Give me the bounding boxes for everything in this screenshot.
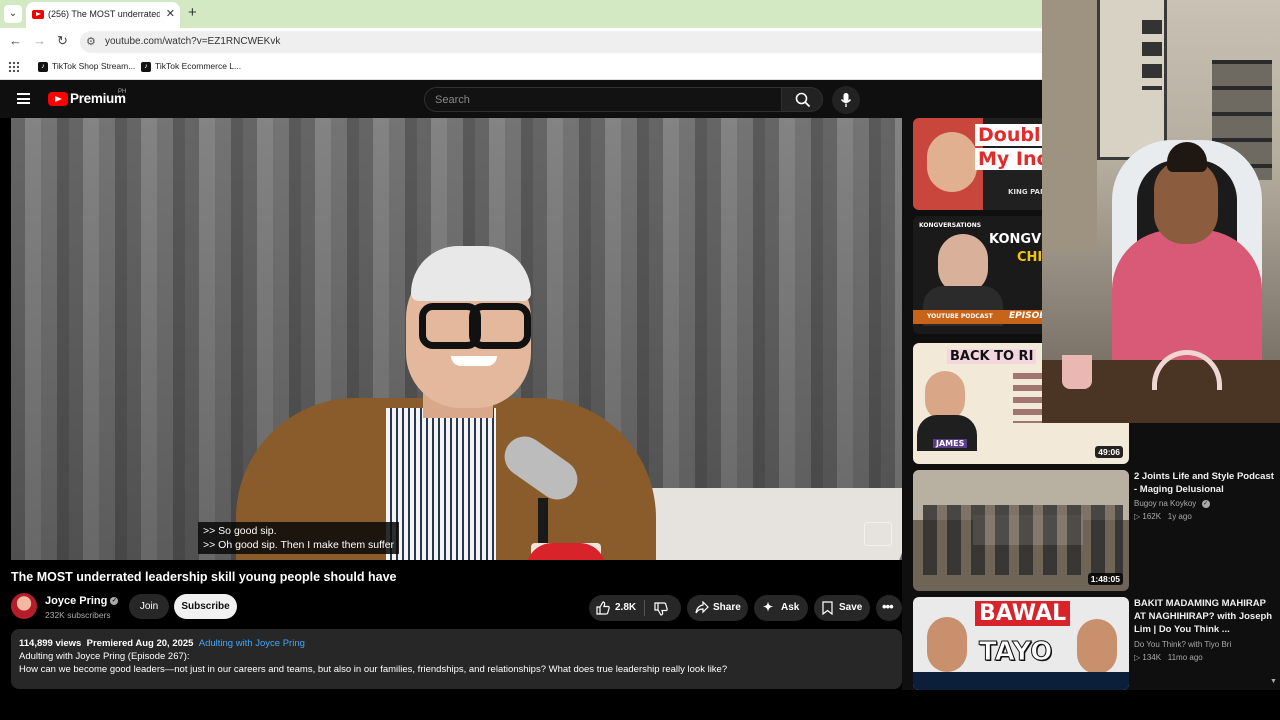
scroll-down-arrow-icon[interactable]: ▼ — [1270, 678, 1277, 685]
share-button[interactable]: Share — [687, 595, 748, 621]
speaker-shirt — [386, 408, 496, 560]
thumbs-down-icon — [654, 602, 668, 616]
channel-watermark-icon[interactable] — [864, 522, 892, 546]
rec-thumbnail[interactable]: 1:48:05 — [913, 470, 1129, 591]
search-placeholder: Search — [435, 94, 470, 106]
search-input[interactable]: Search — [424, 87, 782, 112]
address-bar[interactable]: ⚙ youtube.com/watch?v=EZ1RNCWEKvk — [80, 31, 1042, 53]
more-actions-button[interactable]: ••• — [876, 595, 902, 621]
share-arrow-icon — [695, 600, 709, 617]
bookmark-tiktok-shop[interactable]: ♪ TikTok Shop Stream... — [38, 61, 135, 72]
new-tab-icon[interactable]: + — [188, 4, 197, 21]
browser-tab[interactable]: (256) The MOST underrated le ✕ — [26, 2, 180, 28]
save-label: Save — [839, 602, 863, 613]
duration-badge: 49:06 — [1095, 446, 1123, 458]
hamburger-menu-icon[interactable] — [17, 93, 30, 104]
share-label: Share — [713, 602, 741, 613]
verified-badge-icon: ✓ — [1201, 499, 1210, 508]
bookmark-icon — [822, 601, 833, 618]
forward-arrow-icon[interactable]: → — [33, 33, 46, 48]
video-title: The MOST underrated leadership skill you… — [11, 570, 397, 584]
rec-title[interactable]: 2 Joints Life and Style Podcast - Maging… — [1134, 470, 1274, 496]
screen: ⌄ (256) The MOST underrated le ✕ + ← → ↻… — [0, 0, 1280, 720]
like-button[interactable] — [596, 601, 610, 618]
subscribe-button[interactable]: Subscribe — [174, 594, 237, 619]
rec-thumbnail[interactable]: BAWAL TAYO — [913, 597, 1129, 690]
browser-tab-bar: ⌄ (256) The MOST underrated le ✕ + — [0, 0, 1042, 28]
description-box[interactable]: 114,899 views Premiered Aug 20, 2025 Adu… — [11, 629, 902, 689]
search-button[interactable] — [781, 87, 823, 112]
youtube-header: Premium PH Search — [0, 80, 1042, 118]
hashtag-link[interactable]: Adulting with Joyce Pring — [199, 638, 305, 649]
ask-button[interactable]: ✦ Ask — [754, 595, 808, 621]
play-count-icon: ▷ — [1134, 653, 1141, 662]
tiktok-icon: ♪ — [38, 61, 48, 72]
duration-badge: 1:48:05 — [1087, 573, 1123, 585]
back-arrow-icon[interactable]: ← — [9, 33, 22, 48]
description-line: Adulting with Joyce Pring (Episode 267): — [19, 651, 190, 662]
video-player[interactable]: >> So good sip. >> Oh good sip. Then I m… — [11, 118, 902, 560]
tab-title: (256) The MOST underrated le — [48, 9, 160, 19]
apps-grid-icon[interactable] — [8, 61, 19, 72]
like-count: 2.8K — [615, 602, 637, 613]
channel-avatar[interactable] — [11, 593, 37, 619]
subscriber-count: 232K subscribers — [45, 610, 111, 620]
streamer-head — [1154, 160, 1218, 244]
bookmark-tiktok-ecommerce[interactable]: ♪ TikTok Ecommerce L... — [141, 61, 241, 72]
tiktok-icon: ♪ — [141, 61, 151, 72]
rec-meta: ▷ 134K 11mo ago — [1134, 653, 1203, 662]
webcam-overlay — [1042, 0, 1280, 423]
ask-label: Ask — [781, 602, 800, 613]
save-button[interactable]: Save — [814, 595, 870, 621]
rec-channel[interactable]: Do You Think? with Tiyo Bri — [1134, 640, 1231, 649]
browser-nav-bar: ← → ↻ ⚙ youtube.com/watch?v=EZ1RNCWEKvk — [0, 28, 1042, 56]
description-line: How can we become good leaders—not just … — [19, 664, 728, 675]
youtube-logo-icon[interactable] — [48, 92, 68, 106]
microphone-icon — [840, 93, 852, 107]
logo-country-code: PH — [118, 89, 127, 95]
rec-title[interactable]: BAKIT MADAMING MAHIRAP AT NAGHIHIRAP? wi… — [1134, 597, 1274, 636]
dislike-button[interactable] — [654, 602, 668, 619]
bookmarks-bar: ♪ TikTok Shop Stream... ♪ TikTok Ecommerce… — [0, 56, 1042, 80]
description-meta: 114,899 views Premiered Aug 20, 2025 Adu… — [19, 638, 305, 649]
play-count-icon: ▷ — [1134, 512, 1141, 521]
join-button[interactable]: Join — [129, 594, 169, 619]
reload-icon[interactable]: ↻ — [57, 33, 68, 49]
more-horizontal-icon: ••• — [882, 599, 894, 614]
rec-meta: ▷ 162K 1y ago — [1134, 512, 1192, 521]
youtube-favicon-icon — [32, 10, 44, 19]
rec-channel[interactable]: Bugoy na Koykoy ✓ — [1134, 499, 1210, 508]
verified-badge-icon: ✓ — [110, 597, 119, 606]
close-tab-icon[interactable]: ✕ — [166, 7, 175, 20]
like-dislike-group: 2.8K — [589, 595, 681, 621]
url-text: youtube.com/watch?v=EZ1RNCWEKvk — [105, 36, 281, 47]
sparkle-icon: ✦ — [763, 600, 774, 614]
channel-name[interactable]: Joyce Pring ✓ — [45, 595, 119, 607]
glasses — [419, 303, 531, 349]
tab-search-chevron-icon[interactable]: ⌄ — [4, 5, 22, 23]
site-settings-icon[interactable]: ⚙ — [86, 35, 96, 48]
caption-line: >> So good sip. — [203, 525, 277, 537]
thumbs-up-icon — [596, 601, 610, 615]
voice-search-button[interactable] — [832, 86, 860, 114]
caption-line: >> Oh good sip. Then I make them suffer — [203, 539, 395, 551]
search-icon — [795, 92, 811, 108]
video-captions: >> So good sip. >> Oh good sip. Then I m… — [198, 522, 400, 554]
